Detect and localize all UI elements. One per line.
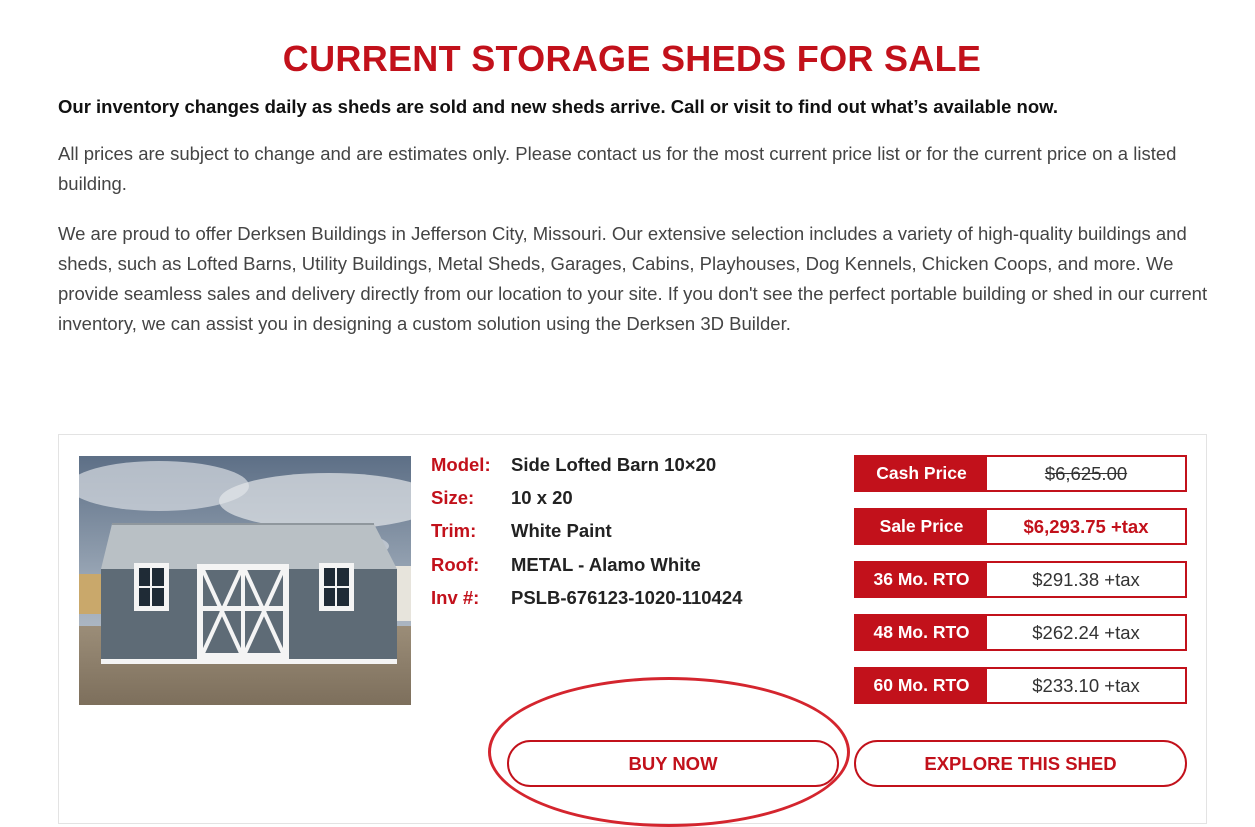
spec-label: Trim: <box>431 520 477 541</box>
price-label: 48 Mo. RTO <box>856 616 987 649</box>
spec-label: Model: <box>431 454 491 475</box>
price-row-60mo: 60 Mo. RTO $233.10 +tax <box>854 667 1187 704</box>
price-label: 36 Mo. RTO <box>856 563 987 596</box>
spec-value: METAL - Alamo White <box>511 554 701 575</box>
spec-label: Size: <box>431 487 475 508</box>
explore-shed-button[interactable]: EXPLORE THIS SHED <box>854 740 1187 787</box>
price-disclaimer: All prices are subject to change and are… <box>58 143 1177 194</box>
spec-value: 10 x 20 <box>511 487 573 508</box>
intro-paragraph: We are proud to offer Derksen Buildings … <box>58 223 1208 334</box>
price-value: $6,293.75 +tax <box>1023 515 1149 537</box>
price-label: Sale Price <box>856 510 987 543</box>
price-value: $291.38 +tax <box>1032 568 1140 590</box>
price-row-36mo: 36 Mo. RTO $291.38 +tax <box>854 561 1187 598</box>
price-label: 60 Mo. RTO <box>856 669 987 702</box>
price-value: $233.10 +tax <box>1032 674 1140 696</box>
spec-value: White Paint <box>511 520 612 541</box>
buy-now-button[interactable]: BUY NOW <box>507 740 839 787</box>
price-value: $262.24 +tax <box>1032 621 1140 643</box>
shed-photo[interactable] <box>79 456 411 705</box>
price-row-sale: Sale Price $6,293.75 +tax <box>854 508 1187 545</box>
spec-value: PSLB-676123-1020-110424 <box>511 587 743 608</box>
spec-label: Inv #: <box>431 587 480 608</box>
price-row-cash: Cash Price $6,625.00 <box>854 455 1187 492</box>
inventory-notice: Our inventory changes daily as sheds are… <box>58 96 1058 117</box>
price-row-48mo: 48 Mo. RTO $262.24 +tax <box>854 614 1187 651</box>
spec-label: Roof: <box>431 554 480 575</box>
shed-image <box>79 456 411 705</box>
page-title: CURRENT STORAGE SHEDS FOR SALE <box>282 38 982 79</box>
price-value: $6,625.00 <box>1044 462 1128 484</box>
spec-value: Side Lofted Barn 10×20 <box>511 454 717 475</box>
price-label: Cash Price <box>856 457 987 490</box>
